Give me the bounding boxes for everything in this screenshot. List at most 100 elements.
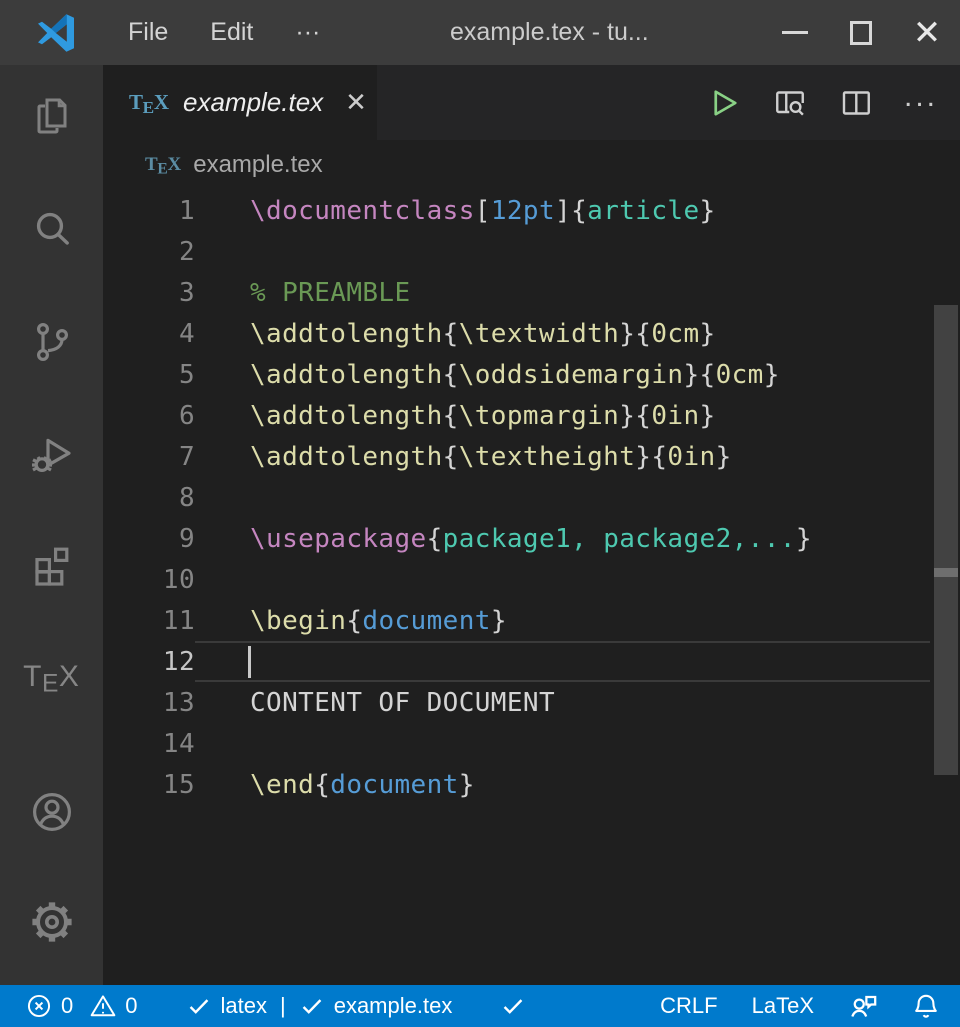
code-token: 0in xyxy=(667,442,715,472)
breadcrumb[interactable]: TEX example.tex xyxy=(103,140,960,190)
code-token: { xyxy=(443,360,459,390)
code-token: 0in xyxy=(651,401,699,431)
editor-pane: TEX example.tex ✕ xyxy=(103,65,960,985)
code-token: }{ xyxy=(683,360,715,390)
code-token: } xyxy=(796,524,812,554)
scrollbar-cursor-marker xyxy=(934,568,958,577)
problems-button[interactable]: 0 0 xyxy=(26,993,138,1019)
menu-file[interactable]: File xyxy=(114,12,182,53)
account-button[interactable] xyxy=(27,787,77,837)
sidebar-item-source-control[interactable] xyxy=(27,317,77,367)
line-number: 9 xyxy=(103,518,195,559)
bell-icon[interactable] xyxy=(912,992,940,1020)
code-line[interactable]: 5\addtolength{\oddsidemargin}{0cm} xyxy=(103,354,960,395)
activity-bar: TEX xyxy=(0,65,103,985)
code-line[interactable]: 6\addtolength{\topmargin}{0in} xyxy=(103,395,960,436)
tex-icon: TEX xyxy=(23,660,80,694)
line-content: \usepackage{package1, package2,...} xyxy=(195,518,930,559)
tab-bar: TEX example.tex ✕ xyxy=(103,65,960,140)
code-line[interactable]: 15\end{document} xyxy=(103,764,960,805)
breadcrumb-file[interactable]: example.tex xyxy=(193,151,322,179)
line-number: 2 xyxy=(103,231,195,272)
code-line[interactable]: 3% PREAMBLE xyxy=(103,272,960,313)
check-icon xyxy=(186,993,212,1019)
error-icon xyxy=(26,993,52,1019)
code-line[interactable]: 7\addtolength{\textheight}{0in} xyxy=(103,436,960,477)
tab-label: example.tex xyxy=(183,87,323,118)
code-editor[interactable]: 1\documentclass[12pt]{article}23% PREAMB… xyxy=(103,190,960,985)
tab-close-icon[interactable]: ✕ xyxy=(345,87,367,118)
window-controls: ✕ xyxy=(762,0,960,65)
separator: | xyxy=(280,993,286,1019)
code-token: \addtolength xyxy=(250,442,443,472)
error-count: 0 xyxy=(61,993,73,1019)
line-content xyxy=(195,723,930,764)
code-token: \addtolength xyxy=(250,360,443,390)
code-line[interactable]: 1\documentclass[12pt]{article} xyxy=(103,190,960,231)
extensions-icon xyxy=(28,540,76,588)
menu-edit[interactable]: Edit xyxy=(196,12,267,53)
code-token: } xyxy=(459,770,475,800)
sidebar-item-extensions[interactable] xyxy=(27,539,77,589)
sidebar-item-latex-workshop[interactable]: TEX xyxy=(27,652,77,702)
line-number: 13 xyxy=(103,682,195,723)
line-number: 14 xyxy=(103,723,195,764)
line-number: 6 xyxy=(103,395,195,436)
code-line[interactable]: 12 xyxy=(103,641,960,682)
code-token: \documentclass xyxy=(250,196,475,226)
menu-more[interactable]: ··· xyxy=(281,12,334,53)
sidebar-item-run-debug[interactable] xyxy=(27,429,77,479)
close-button[interactable]: ✕ xyxy=(894,0,960,65)
code-token: 0cm xyxy=(651,319,699,349)
code-line[interactable]: 11\begin{document} xyxy=(103,600,960,641)
view-latex-pdf-button[interactable] xyxy=(772,85,808,121)
code-token: { xyxy=(314,770,330,800)
eol-indicator[interactable]: CRLF xyxy=(660,993,717,1019)
more-actions-button[interactable]: ... xyxy=(904,91,938,115)
line-content xyxy=(195,559,930,600)
line-content: \begin{document} xyxy=(195,600,930,641)
language-indicator[interactable]: LaTeX xyxy=(752,993,814,1019)
vertical-scrollbar[interactable] xyxy=(934,305,958,775)
run-debug-icon xyxy=(28,430,76,478)
code-line[interactable]: 8 xyxy=(103,477,960,518)
minimize-icon xyxy=(782,31,808,34)
checked-file-label: example.tex xyxy=(334,993,453,1019)
code-line[interactable]: 4\addtolength{\textwidth}{0cm} xyxy=(103,313,960,354)
code-token: { xyxy=(427,524,443,554)
sidebar-item-search[interactable] xyxy=(27,204,77,254)
minimize-button[interactable] xyxy=(762,0,828,65)
code-token: 12pt xyxy=(491,196,555,226)
code-token: \oddsidemargin xyxy=(459,360,684,390)
build-status[interactable] xyxy=(500,993,526,1019)
split-editor-button[interactable] xyxy=(838,85,874,121)
maximize-button[interactable] xyxy=(828,0,894,65)
account-icon xyxy=(28,788,76,836)
line-number: 8 xyxy=(103,477,195,518)
feedback-icon[interactable] xyxy=(848,991,878,1021)
code-token: { xyxy=(443,401,459,431)
checker-label: latex xyxy=(221,993,267,1019)
tab-example-tex[interactable]: TEX example.tex ✕ xyxy=(103,65,377,140)
status-left: 0 0 latex | example.tex xyxy=(26,993,526,1019)
code-token: 0cm xyxy=(716,360,764,390)
sidebar-item-explorer[interactable] xyxy=(27,92,77,142)
line-content: \addtolength{\textheight}{0in} xyxy=(195,436,930,477)
latex-checker-status[interactable]: latex | example.tex xyxy=(186,993,453,1019)
code-line[interactable]: 10 xyxy=(103,559,960,600)
code-token: % PREAMBLE xyxy=(250,278,411,308)
code-token: \textwidth xyxy=(459,319,620,349)
line-content: \addtolength{\oddsidemargin}{0cm} xyxy=(195,354,930,395)
run-button[interactable] xyxy=(706,85,742,121)
settings-button[interactable] xyxy=(27,897,77,947)
code-token: } xyxy=(716,442,732,472)
code-line[interactable]: 2 xyxy=(103,231,960,272)
breadcrumb-tex-icon: TEX xyxy=(145,154,181,176)
line-number: 11 xyxy=(103,600,195,641)
code-token: [ xyxy=(475,196,491,226)
code-token: { xyxy=(443,319,459,349)
code-line[interactable]: 9\usepackage{package1, package2,...} xyxy=(103,518,960,559)
line-number: 10 xyxy=(103,559,195,600)
code-line[interactable]: 14 xyxy=(103,723,960,764)
code-line[interactable]: 13CONTENT OF DOCUMENT xyxy=(103,682,960,723)
